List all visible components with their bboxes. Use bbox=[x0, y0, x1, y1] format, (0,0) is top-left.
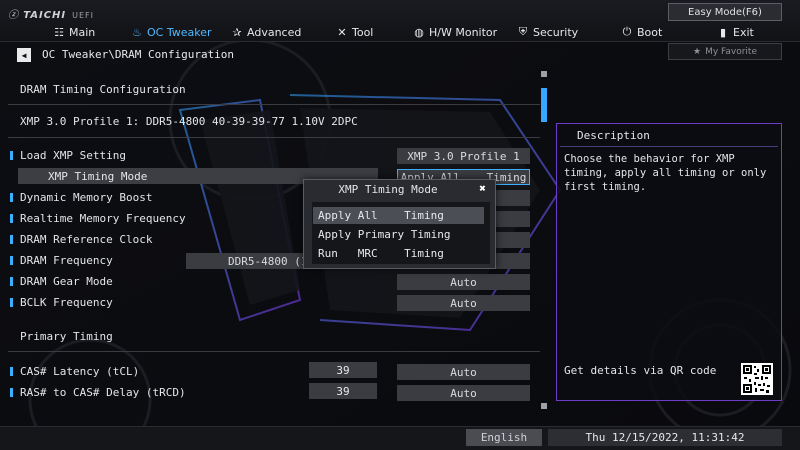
my-favorite-label: My Favorite bbox=[705, 46, 757, 57]
breadcrumb: OC Tweaker\DRAM Configuration bbox=[42, 48, 235, 61]
description-text: Choose the behavior for XMP timing, appl… bbox=[564, 153, 767, 193]
load-xmp-setting-value[interactable]: XMP 3.0 Profile 1 bbox=[397, 148, 530, 164]
row-marker bbox=[10, 214, 13, 223]
tab-tool-label: Tool bbox=[352, 25, 374, 39]
load-xmp-setting-label: Load XMP Setting bbox=[20, 149, 126, 162]
row-marker bbox=[10, 277, 13, 286]
description-title: Description bbox=[577, 129, 650, 142]
close-icon[interactable]: ✖ bbox=[476, 182, 489, 195]
ras-to-cas-delay-label: RAS# to CAS# Delay (tRCD) bbox=[20, 386, 186, 399]
row-marker bbox=[10, 235, 13, 244]
language-button[interactable]: English bbox=[466, 429, 542, 446]
dram-gear-mode-value[interactable]: Auto bbox=[397, 274, 530, 290]
divider bbox=[8, 137, 540, 138]
popup-option-apply-all[interactable]: Apply All Timing bbox=[313, 207, 484, 224]
row-marker bbox=[10, 298, 13, 307]
scroll-down-arrow[interactable] bbox=[541, 403, 547, 409]
primary-timing-title: Primary Timing bbox=[20, 330, 113, 343]
popup-title: XMP Timing Mode bbox=[338, 183, 438, 196]
realtime-memory-frequency-label: Realtime Memory Frequency bbox=[20, 212, 186, 225]
exit-door-icon: ▮ bbox=[719, 25, 727, 39]
tab-security[interactable]: ⛨ Security bbox=[517, 24, 578, 40]
tab-main-label: Main bbox=[69, 25, 96, 39]
tab-exit-label: Exit bbox=[733, 25, 754, 39]
divider bbox=[560, 146, 778, 147]
row-marker bbox=[10, 256, 13, 265]
bclk-frequency-value[interactable]: Auto bbox=[397, 295, 530, 311]
cas-latency-value[interactable]: Auto bbox=[397, 364, 530, 380]
tab-advanced-label: Advanced bbox=[247, 25, 302, 39]
easy-mode-button[interactable]: Easy Mode(F6) bbox=[668, 3, 782, 21]
popup-option-apply-primary[interactable]: Apply Primary Timing bbox=[313, 226, 484, 243]
tab-advanced[interactable]: ✰ Advanced bbox=[231, 24, 301, 40]
popup-option-run-mrc[interactable]: Run MRC Timing bbox=[313, 245, 484, 262]
tab-security-label: Security bbox=[533, 25, 579, 39]
back-button[interactable]: ◀ bbox=[17, 48, 31, 62]
star-icon: ✰ bbox=[232, 25, 242, 39]
section-title: DRAM Timing Configuration bbox=[20, 83, 186, 96]
divider bbox=[8, 104, 540, 105]
power-icon: ⏻ bbox=[622, 25, 632, 38]
my-favorite-button[interactable]: ★ My Favorite bbox=[668, 43, 782, 60]
tab-boot[interactable]: ⏻ Boot bbox=[621, 24, 663, 40]
date-time-display: Thu 12/15/2022, 11:31:42 bbox=[548, 429, 782, 446]
tab-exit[interactable]: ▮ Exit bbox=[717, 24, 754, 40]
xmp-profile-info: XMP 3.0 Profile 1: DDR5-4800 40-39-39-77… bbox=[20, 115, 358, 128]
flame-icon: ♨ bbox=[132, 25, 142, 39]
cas-latency-current: 39 bbox=[309, 362, 377, 378]
row-marker bbox=[10, 151, 13, 160]
shield-icon: ⛨ bbox=[518, 25, 528, 38]
row-marker bbox=[10, 193, 13, 202]
dram-reference-clock-label: DRAM Reference Clock bbox=[20, 233, 153, 246]
tab-boot-label: Boot bbox=[637, 25, 663, 39]
tab-oc-tweaker[interactable]: ♨ OC Tweaker bbox=[131, 24, 212, 40]
ras-to-cas-delay-current: 39 bbox=[309, 383, 377, 399]
tab-tool[interactable]: ✕ Tool bbox=[336, 24, 373, 40]
back-arrow-icon: ◀ bbox=[21, 50, 27, 60]
row-marker bbox=[10, 388, 13, 397]
qr-code-label: Get details via QR code bbox=[564, 364, 717, 377]
divider bbox=[8, 351, 540, 352]
tab-hw-monitor-label: H/W Monitor bbox=[429, 25, 498, 39]
scrollbar-thumb[interactable] bbox=[541, 88, 547, 122]
ras-to-cas-delay-value[interactable]: Auto bbox=[397, 385, 530, 401]
cas-latency-label: CAS# Latency (tCL) bbox=[20, 365, 140, 378]
scroll-up-arrow[interactable] bbox=[541, 71, 547, 77]
star-icon: ★ bbox=[693, 46, 702, 57]
brand-name: TAICHI bbox=[23, 10, 67, 21]
wrench-icon: ✕ bbox=[337, 25, 347, 39]
qr-code-icon[interactable] bbox=[741, 363, 773, 395]
bclk-frequency-label: BCLK Frequency bbox=[20, 296, 113, 309]
tab-oc-tweaker-label: OC Tweaker bbox=[147, 25, 212, 39]
tab-hw-monitor[interactable]: ◍ H/W Monitor bbox=[413, 24, 497, 40]
brand-logo: ⓩ TAICHI UEFI bbox=[8, 10, 94, 21]
brand-suffix: UEFI bbox=[72, 11, 94, 20]
dram-frequency-value[interactable]: DDR5-4800 (100 bbox=[186, 253, 306, 269]
dram-gear-mode-label: DRAM Gear Mode bbox=[20, 275, 113, 288]
dynamic-memory-boost-label: Dynamic Memory Boost bbox=[20, 191, 153, 204]
row-marker bbox=[10, 367, 13, 376]
power-circle-icon: ◍ bbox=[414, 25, 424, 39]
xmp-timing-mode-label: XMP Timing Mode bbox=[48, 170, 148, 183]
grid-icon: ☷ bbox=[54, 25, 64, 39]
dram-frequency-label: DRAM Frequency bbox=[20, 254, 113, 267]
tab-main[interactable]: ☷ Main bbox=[53, 24, 95, 40]
